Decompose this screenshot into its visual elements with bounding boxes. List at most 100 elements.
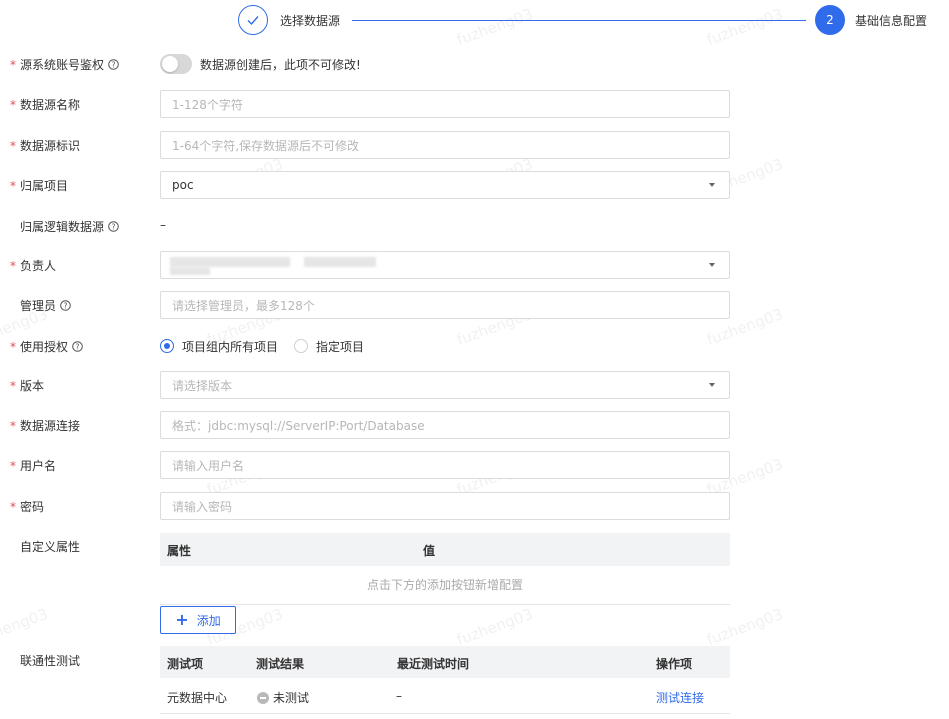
- step-2-label: 基础信息配置: [855, 14, 928, 28]
- owner-blurred-value: [170, 257, 290, 267]
- logic-ds-label: 归属逻辑数据源 ?: [10, 218, 119, 235]
- column-header: 测试项: [167, 657, 204, 671]
- add-prop-button[interactable]: + 添加: [160, 606, 236, 634]
- username-label: * 用户名: [10, 457, 56, 474]
- svg-text:?: ?: [112, 60, 116, 69]
- required-mark: *: [10, 339, 16, 354]
- form-row-password: * 密码 请输入密码: [0, 492, 949, 520]
- name-input[interactable]: 1-128个字符: [160, 90, 730, 118]
- usage-radio-all[interactable]: [160, 339, 174, 353]
- column-header: 值: [423, 544, 436, 558]
- usage-option-specified-label[interactable]: 指定项目: [316, 338, 364, 355]
- project-select[interactable]: poc: [160, 171, 730, 199]
- username-label-text: 用户名: [20, 459, 57, 473]
- svg-text:?: ?: [112, 222, 116, 231]
- plus-icon: +: [175, 610, 189, 629]
- name-label-text: 数据源名称: [20, 98, 81, 112]
- required-mark: *: [10, 499, 16, 514]
- project-label: * 归属项目: [10, 177, 68, 194]
- version-label-text: 版本: [20, 379, 45, 393]
- auth-note: 数据源创建后，此项不可修改!: [200, 58, 361, 72]
- identifier-label: * 数据源标识: [10, 137, 80, 154]
- required-mark: *: [10, 458, 16, 473]
- column-header: 属性: [167, 544, 192, 558]
- name-placeholder: 1-128个字符: [172, 97, 243, 112]
- project-label-text: 归属项目: [20, 179, 69, 193]
- test-connection-link[interactable]: 测试连接: [656, 689, 704, 706]
- form-row-project: * 归属项目 poc: [0, 171, 949, 199]
- form-row-owner: * 负责人: [0, 251, 949, 279]
- form-row-connection: * 数据源连接 格式：jdbc:mysql://ServerIP:Port/Da…: [0, 411, 949, 439]
- chevron-down-icon: [709, 383, 715, 387]
- admin-select[interactable]: 请选择管理员，最多128个: [160, 291, 730, 319]
- logic-ds-value: –: [160, 218, 166, 232]
- connection-label-text: 数据源连接: [20, 419, 81, 433]
- auth-label-text: 源系统账号鉴权: [20, 58, 105, 72]
- status-not-tested-icon: [257, 692, 269, 704]
- owner-blurred-value: [304, 257, 376, 267]
- form-row-username: * 用户名 请输入用户名: [0, 451, 949, 479]
- username-placeholder: 请输入用户名: [172, 458, 245, 473]
- password-input[interactable]: 请输入密码: [160, 492, 730, 520]
- form-row-identifier: * 数据源标识 1-64个字符,保存数据源后不可修改: [0, 131, 949, 159]
- watermark: fuzheng03: [704, 604, 786, 650]
- required-mark: *: [10, 57, 16, 72]
- owner-label-text: 负责人: [20, 259, 57, 273]
- test-time: –: [396, 689, 402, 703]
- step-2-number: 2: [815, 5, 845, 35]
- form-row-admin: 管理员 ? 请选择管理员，最多128个: [0, 291, 949, 319]
- column-header: 测试结果: [256, 657, 305, 671]
- form-row-logic-ds: 归属逻辑数据源 ? –: [0, 216, 949, 236]
- custom-props-empty: 点击下方的添加按钮新增配置: [160, 566, 730, 605]
- connection-label: * 数据源连接: [10, 417, 80, 434]
- identifier-input[interactable]: 1-64个字符,保存数据源后不可修改: [160, 131, 730, 159]
- step-connector: [352, 20, 806, 21]
- logic-ds-label-text: 归属逻辑数据源: [20, 220, 105, 234]
- connection-placeholder: 格式：jdbc:mysql://ServerIP:Port/Database: [172, 418, 425, 433]
- auth-label: * 源系统账号鉴权 ?: [10, 56, 119, 73]
- version-select[interactable]: 请选择版本: [160, 371, 730, 399]
- required-mark: *: [10, 378, 16, 393]
- watermark: fuzheng03: [0, 604, 51, 650]
- usage-label-text: 使用授权: [20, 340, 69, 354]
- name-label: * 数据源名称: [10, 96, 80, 113]
- usage-option-all-label[interactable]: 项目组内所有项目: [182, 338, 278, 355]
- step-1-done-icon: [238, 5, 268, 35]
- chevron-down-icon: [709, 183, 715, 187]
- owner-select[interactable]: [160, 251, 730, 279]
- help-icon[interactable]: ?: [60, 300, 71, 311]
- custom-props-label: 自定义属性: [10, 538, 80, 555]
- password-label: * 密码: [10, 498, 44, 515]
- usage-label: * 使用授权 ?: [10, 338, 83, 355]
- connection-input[interactable]: 格式：jdbc:mysql://ServerIP:Port/Database: [160, 411, 730, 439]
- test-result-text: 未测试: [273, 691, 310, 705]
- required-mark: *: [10, 418, 16, 433]
- conn-test-label-text: 联通性测试: [20, 654, 81, 668]
- svg-text:?: ?: [76, 342, 80, 351]
- version-placeholder: 请选择版本: [172, 378, 233, 393]
- test-result: 未测试: [257, 689, 309, 706]
- conn-test-table-header: 测试项 测试结果 最近测试时间 操作项: [160, 646, 730, 678]
- required-mark: *: [10, 258, 16, 273]
- username-input[interactable]: 请输入用户名: [160, 451, 730, 479]
- custom-props-label-text: 自定义属性: [20, 540, 81, 554]
- help-icon[interactable]: ?: [72, 341, 83, 352]
- identifier-placeholder: 1-64个字符,保存数据源后不可修改: [172, 138, 360, 153]
- conn-test-label: 联通性测试: [10, 652, 80, 669]
- usage-radio-specified[interactable]: [294, 339, 308, 353]
- help-icon[interactable]: ?: [108, 221, 119, 232]
- password-label-text: 密码: [20, 500, 45, 514]
- required-mark: *: [10, 97, 16, 112]
- admin-placeholder: 请选择管理员，最多128个: [172, 298, 315, 313]
- form-row-auth: * 源系统账号鉴权 ? 数据源创建后，此项不可修改!: [0, 54, 949, 74]
- required-mark: *: [10, 138, 16, 153]
- step-1-label: 选择数据源: [280, 14, 341, 28]
- form-row-usage: * 使用授权 ? 项目组内所有项目 指定项目: [0, 336, 949, 356]
- owner-blurred-value: [170, 267, 210, 275]
- table-row: 元数据中心 未测试 – 测试连接: [160, 678, 730, 714]
- help-icon[interactable]: ?: [108, 59, 119, 70]
- test-item: 元数据中心: [167, 691, 228, 705]
- check-icon: [247, 16, 259, 26]
- auth-toggle[interactable]: [160, 54, 192, 74]
- identifier-label-text: 数据源标识: [20, 139, 81, 153]
